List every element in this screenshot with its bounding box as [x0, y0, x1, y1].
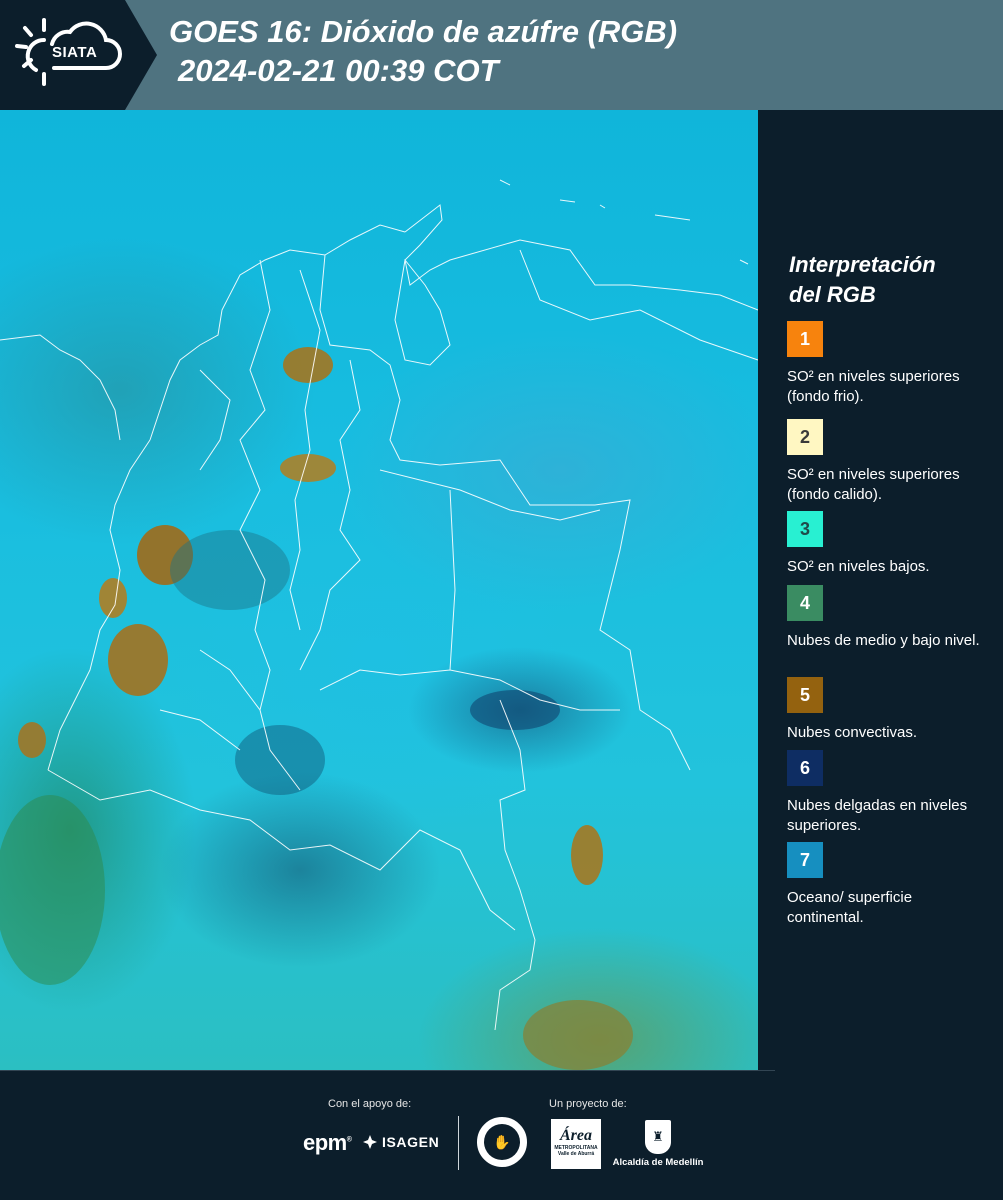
convective-cloud	[18, 722, 46, 758]
project-label: Un proyecto de:	[549, 1098, 627, 1110]
legend-swatch: 2	[787, 419, 823, 455]
legend-number: 2	[799, 426, 810, 447]
legend-swatch: 7	[787, 842, 823, 878]
legend-swatch: 6	[787, 750, 823, 786]
satellite-map	[0, 110, 758, 1070]
legend-item: 1 SO² en niveles superiores (fondo frio)…	[787, 321, 992, 407]
convective-cloud	[523, 1000, 633, 1070]
legend-item: 3 SO² en niveles bajos.	[787, 511, 992, 577]
coastline	[404, 204, 758, 311]
area-logo-sub2: Valle de Aburrá	[557, 1151, 595, 1157]
seal-icon: ✋	[484, 1124, 520, 1160]
page-title: GOES 16: Dióxido de azúfre (RGB)	[169, 14, 678, 49]
legend-number: 4	[799, 592, 810, 613]
legend-label: Oceano/ superficie continental.	[787, 889, 913, 926]
footer-divider	[0, 1070, 775, 1071]
area-logo-word: Área	[560, 1127, 592, 1144]
footer-separator	[458, 1116, 459, 1170]
alcaldia-logo-text: Alcaldía de Medellín	[612, 1157, 704, 1168]
legend-number: 5	[799, 684, 810, 705]
legend-title: Interpretación del RGB	[789, 250, 989, 310]
thin-cloud	[235, 725, 325, 795]
legend-label: SO² en niveles superiores (fondo calido)…	[787, 466, 960, 503]
convective-cloud	[283, 347, 333, 383]
legend-label: SO² en niveles superiores (fondo frio).	[787, 368, 960, 405]
header-bar: SIATA GOES 16: Dióxido de azúfre (RGB) 2…	[0, 0, 1003, 110]
legend-number: 3	[799, 518, 810, 539]
islands	[499, 179, 749, 265]
legend-item: 4 Nubes de medio y bajo nivel.	[787, 585, 992, 651]
legend-item: 5 Nubes convectivas.	[787, 677, 992, 743]
legend-label: Nubes delgadas en niveles superiores.	[787, 797, 968, 834]
isagen-logo-text: ISAGEN	[382, 1134, 440, 1150]
legend-item: 7 Oceano/ superficie continental.	[787, 842, 992, 928]
caribbean-coast	[149, 224, 406, 441]
legend-label: SO² en niveles bajos.	[787, 558, 930, 575]
legend-swatch: 5	[787, 677, 823, 713]
legend-swatch: 3	[787, 511, 823, 547]
map-overlay	[0, 179, 758, 1070]
cloud-features	[0, 347, 633, 1070]
convective-cloud	[99, 578, 127, 618]
thin-cloud	[470, 690, 560, 730]
legend-title-line2: del RGB	[789, 282, 876, 307]
legend-number: 6	[799, 757, 810, 778]
mid-level-cloud	[0, 795, 105, 985]
footer: Con el apoyo de: Un proyecto de: epm® IS…	[0, 1070, 1003, 1200]
mid-level-cloud	[170, 530, 290, 610]
isagen-icon	[363, 1135, 377, 1149]
panama	[0, 334, 121, 441]
colombia-brazil-border	[494, 699, 536, 1031]
legend-title-line1: Interpretación	[789, 252, 936, 277]
university-seal-logo: ✋	[477, 1117, 527, 1167]
legend-swatch: 1	[787, 321, 823, 357]
convective-cloud	[108, 624, 168, 696]
shield-icon: ♜	[645, 1120, 671, 1154]
support-label: Con el apoyo de:	[328, 1098, 412, 1110]
legend-label: Nubes convectivas.	[787, 724, 918, 741]
alcaldia-medellin-logo: ♜ Alcaldía de Medellín	[612, 1120, 704, 1168]
area-metropolitana-logo: Área METROPOLITANA Valle de Aburrá	[551, 1119, 601, 1169]
legend-swatch: 4	[787, 585, 823, 621]
legend-number: 7	[799, 849, 810, 870]
siata-logo-text: SIATA	[52, 44, 98, 61]
venezuela-interior	[519, 249, 758, 361]
legend-label: Nubes de medio y bajo nivel.	[787, 632, 980, 649]
legend-item: 2 SO² en niveles superiores (fondo calid…	[787, 419, 992, 505]
page-timestamp: 2024-02-21 00:39 COT	[178, 53, 499, 88]
pacific-coast	[47, 439, 151, 771]
convective-cloud	[571, 825, 603, 885]
epm-logo-text: epm	[303, 1130, 347, 1155]
legend-number: 1	[799, 328, 810, 349]
epm-logo: epm®	[303, 1130, 352, 1155]
siata-logo-block: SIATA	[0, 0, 157, 110]
legend-item: 6 Nubes delgadas en niveles superiores.	[787, 750, 992, 836]
isagen-logo: ISAGEN	[362, 1134, 439, 1150]
